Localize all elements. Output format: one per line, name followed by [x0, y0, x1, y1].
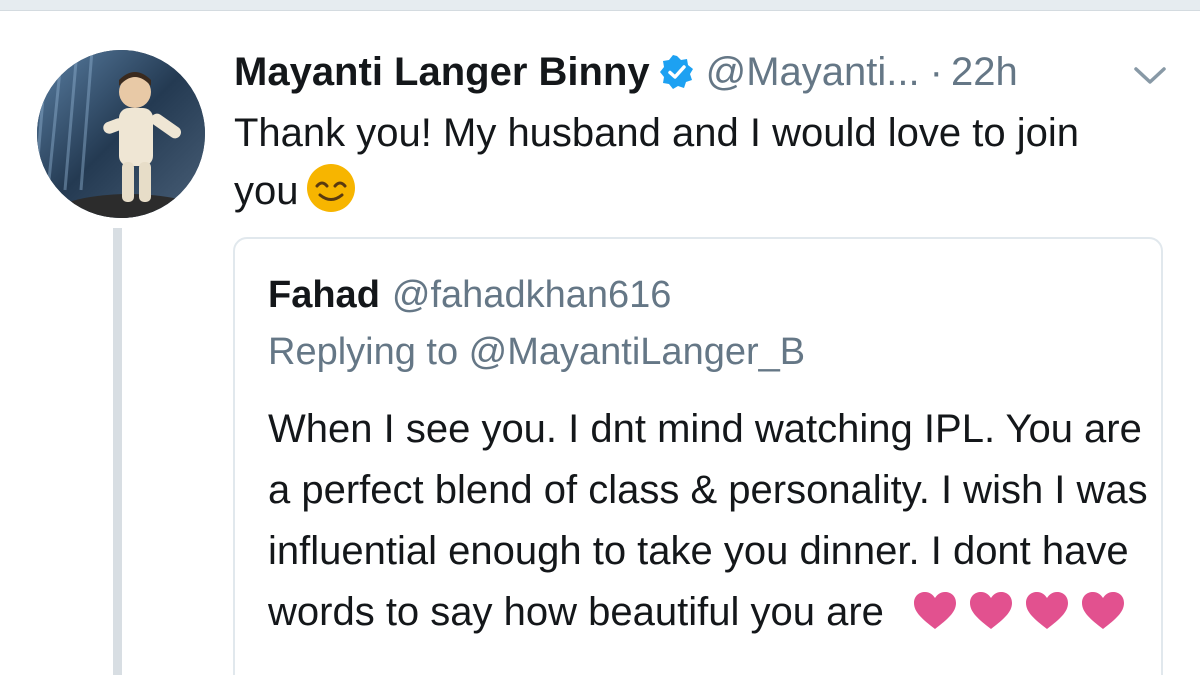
- tweet-body: Thank you! My husband and I would love t…: [234, 111, 1079, 213]
- separator-dot: ·: [929, 49, 943, 94]
- tweet-header: Mayanti Langer Binny @Mayanti... · 22h: [234, 46, 1018, 98]
- thread-line: [113, 228, 122, 675]
- smiling-face-icon: [305, 162, 357, 214]
- heart-emoji-group: [912, 588, 1136, 649]
- quote-header: Fahad @fahadkhan616: [268, 269, 671, 321]
- tweet-timestamp[interactable]: 22h: [951, 50, 1018, 95]
- chevron-down-icon[interactable]: [1130, 60, 1170, 90]
- quote-author-handle[interactable]: @fahadkhan616: [392, 274, 671, 317]
- avatar-photo: [37, 50, 205, 218]
- top-divider: [0, 0, 1200, 11]
- quote-author-name[interactable]: Fahad: [268, 274, 380, 317]
- heart-icon: [1080, 588, 1126, 629]
- tweet-text: Thank you! My husband and I would love t…: [234, 104, 1154, 220]
- heart-icon: [912, 588, 958, 629]
- avatar[interactable]: [37, 50, 205, 218]
- heart-icon: [1024, 588, 1070, 629]
- quoted-tweet-card[interactable]: Fahad @fahadkhan616 Replying to @Mayanti…: [233, 237, 1163, 675]
- author-handle[interactable]: @Mayanti...: [706, 50, 920, 95]
- author-display-name[interactable]: Mayanti Langer Binny: [234, 50, 650, 95]
- verified-badge-icon: [659, 55, 694, 89]
- quote-text: When I see you. I dnt mind watching IPL.…: [268, 399, 1148, 649]
- heart-icon: [968, 588, 1014, 629]
- quote-replying-to[interactable]: Replying to @MayantiLanger_B: [268, 331, 805, 374]
